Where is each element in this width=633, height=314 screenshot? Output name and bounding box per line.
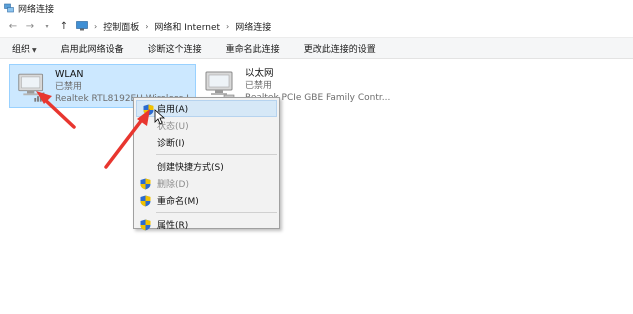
menu-item-delete: 删除(D) xyxy=(134,175,279,192)
enable-device-button[interactable]: 启用此网络设备 xyxy=(61,42,124,55)
menu-item-label: 状态(U) xyxy=(157,122,189,132)
diagnose-button[interactable]: 诊断这个连接 xyxy=(148,42,202,55)
menu-item-label: 启用(A) xyxy=(157,105,189,115)
uac-shield-icon xyxy=(140,219,151,231)
command-bar: 组织 ▼ 启用此网络设备 诊断这个连接 重命名此连接 更改此连接的设置 xyxy=(0,37,633,59)
network-connections-icon xyxy=(4,3,14,13)
menu-item-label: 属性(R) xyxy=(157,221,189,231)
connection-status: 已禁用 xyxy=(55,82,83,92)
recent-locations-button[interactable]: ▾ xyxy=(40,18,54,34)
breadcrumb-network-connections[interactable]: 网络连接 xyxy=(233,20,273,33)
connections-list: WLAN 已禁用 Realtek RTL8192EU Wireless L...… xyxy=(0,60,633,314)
back-button[interactable]: ← xyxy=(6,18,20,34)
breadcrumb-separator: › xyxy=(226,21,230,31)
change-settings-button[interactable]: 更改此连接的设置 xyxy=(304,42,376,55)
menu-item-status: 状态(U) xyxy=(134,117,279,134)
menu-item-label: 删除(D) xyxy=(157,180,189,190)
uac-shield-icon xyxy=(140,178,151,190)
context-menu: 启用(A) 状态(U) 诊断(I) 创建快捷方式(S) 删除(D) 重命名(M) xyxy=(133,97,280,231)
organize-label: 组织 xyxy=(12,44,31,55)
connection-status: 已禁用 xyxy=(245,81,273,91)
menu-item-diagnose[interactable]: 诊断(I) xyxy=(134,134,279,151)
menu-item-label: 创建快捷方式(S) xyxy=(157,163,224,173)
breadcrumb-separator: › xyxy=(94,21,98,31)
menu-item-create-shortcut[interactable]: 创建快捷方式(S) xyxy=(134,158,279,175)
menu-item-rename[interactable]: 重命名(M) xyxy=(134,192,279,209)
menu-separator xyxy=(156,154,277,155)
breadcrumb-network-internet[interactable]: 网络和 Internet xyxy=(152,20,222,33)
title-bar: 网络连接 xyxy=(0,0,633,16)
wireless-adapter-icon xyxy=(18,73,45,102)
menu-item-enable[interactable]: 启用(A) xyxy=(136,100,277,117)
connection-name: 以太网 xyxy=(245,68,274,79)
menu-item-properties[interactable]: 属性(R) xyxy=(134,216,279,233)
breadcrumb-control-panel[interactable]: 控制面板 xyxy=(101,20,141,33)
address-field[interactable]: › 控制面板 › 网络和 Internet › 网络连接 xyxy=(76,17,273,35)
chevron-down-icon: ▼ xyxy=(32,46,37,54)
menu-item-label: 重命名(M) xyxy=(157,197,199,207)
window-title: 网络连接 xyxy=(18,4,55,15)
organize-button[interactable]: 组织 ▼ xyxy=(12,42,37,55)
rename-button[interactable]: 重命名此连接 xyxy=(226,42,280,55)
uac-shield-icon xyxy=(140,195,151,207)
menu-item-label: 诊断(I) xyxy=(157,139,185,149)
connection-name: WLAN xyxy=(55,69,84,80)
address-bar: ← → ▾ ↑ › 控制面板 › 网络和 Internet › 网络连接 xyxy=(0,16,633,36)
breadcrumb-separator: › xyxy=(145,21,149,31)
up-button[interactable]: ↑ xyxy=(57,18,71,34)
menu-separator xyxy=(156,212,277,213)
control-panel-icon xyxy=(76,21,88,31)
forward-button[interactable]: → xyxy=(23,18,37,34)
uac-shield-icon xyxy=(143,104,154,116)
